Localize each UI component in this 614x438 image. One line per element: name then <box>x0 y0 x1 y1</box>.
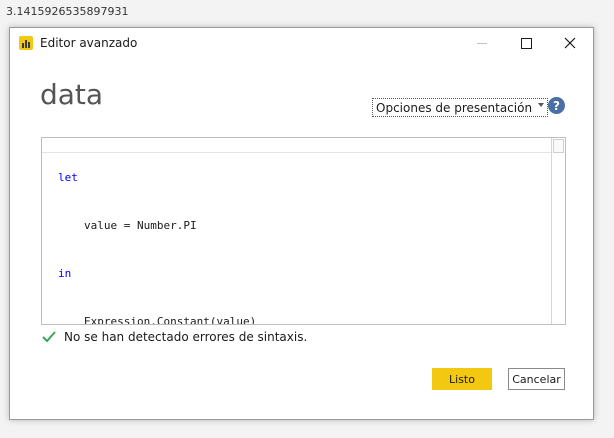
query-name: data <box>40 78 104 111</box>
close-button[interactable] <box>548 28 592 58</box>
cancel-button[interactable]: Cancelar <box>508 368 565 390</box>
maximize-icon <box>520 37 532 49</box>
title-bar[interactable]: Editor avanzado <box>10 28 593 58</box>
code-line: let <box>58 170 256 186</box>
window-title: Editor avanzado <box>40 36 138 50</box>
display-options-label: Opciones de presentación <box>376 100 533 115</box>
code-keyword: in <box>58 267 72 280</box>
minimize-button[interactable] <box>460 28 504 58</box>
powerbi-bar-chart-icon <box>19 36 33 50</box>
close-icon <box>564 37 576 49</box>
scrollbar-thumb[interactable] <box>553 139 564 153</box>
checkmark-icon <box>42 331 56 343</box>
code-editor[interactable]: let value = Number.PI in Expression.Cons… <box>41 137 566 325</box>
code-text: Expression.Constant(value) <box>84 315 257 325</box>
code-line: in <box>58 266 256 282</box>
page: 3.1415926535897931 Editor avanzado data <box>0 0 614 438</box>
maximize-button[interactable] <box>504 28 548 58</box>
result-value: 3.1415926535897931 <box>6 5 129 18</box>
display-options-dropdown[interactable]: Opciones de presentación <box>372 98 549 117</box>
code-line: value = Number.PI <box>58 218 256 234</box>
code-line: Expression.Constant(value) <box>58 314 257 325</box>
code-text: value = Number.PI <box>84 219 197 232</box>
advanced-editor-dialog: Editor avanzado data Opciones de present… <box>9 27 594 420</box>
code-keyword: let <box>58 171 78 184</box>
vertical-scrollbar[interactable] <box>551 138 565 324</box>
syntax-status: No se han detectado errores de sintaxis. <box>42 330 307 344</box>
code-content: let value = Number.PI in Expression.Cons… <box>58 138 257 325</box>
syntax-status-message: No se han detectado errores de sintaxis. <box>64 330 308 344</box>
minimize-icon <box>477 42 487 44</box>
help-icon[interactable]: ? <box>548 97 565 114</box>
chevron-down-icon <box>538 102 545 107</box>
done-button[interactable]: Listo <box>432 368 492 390</box>
